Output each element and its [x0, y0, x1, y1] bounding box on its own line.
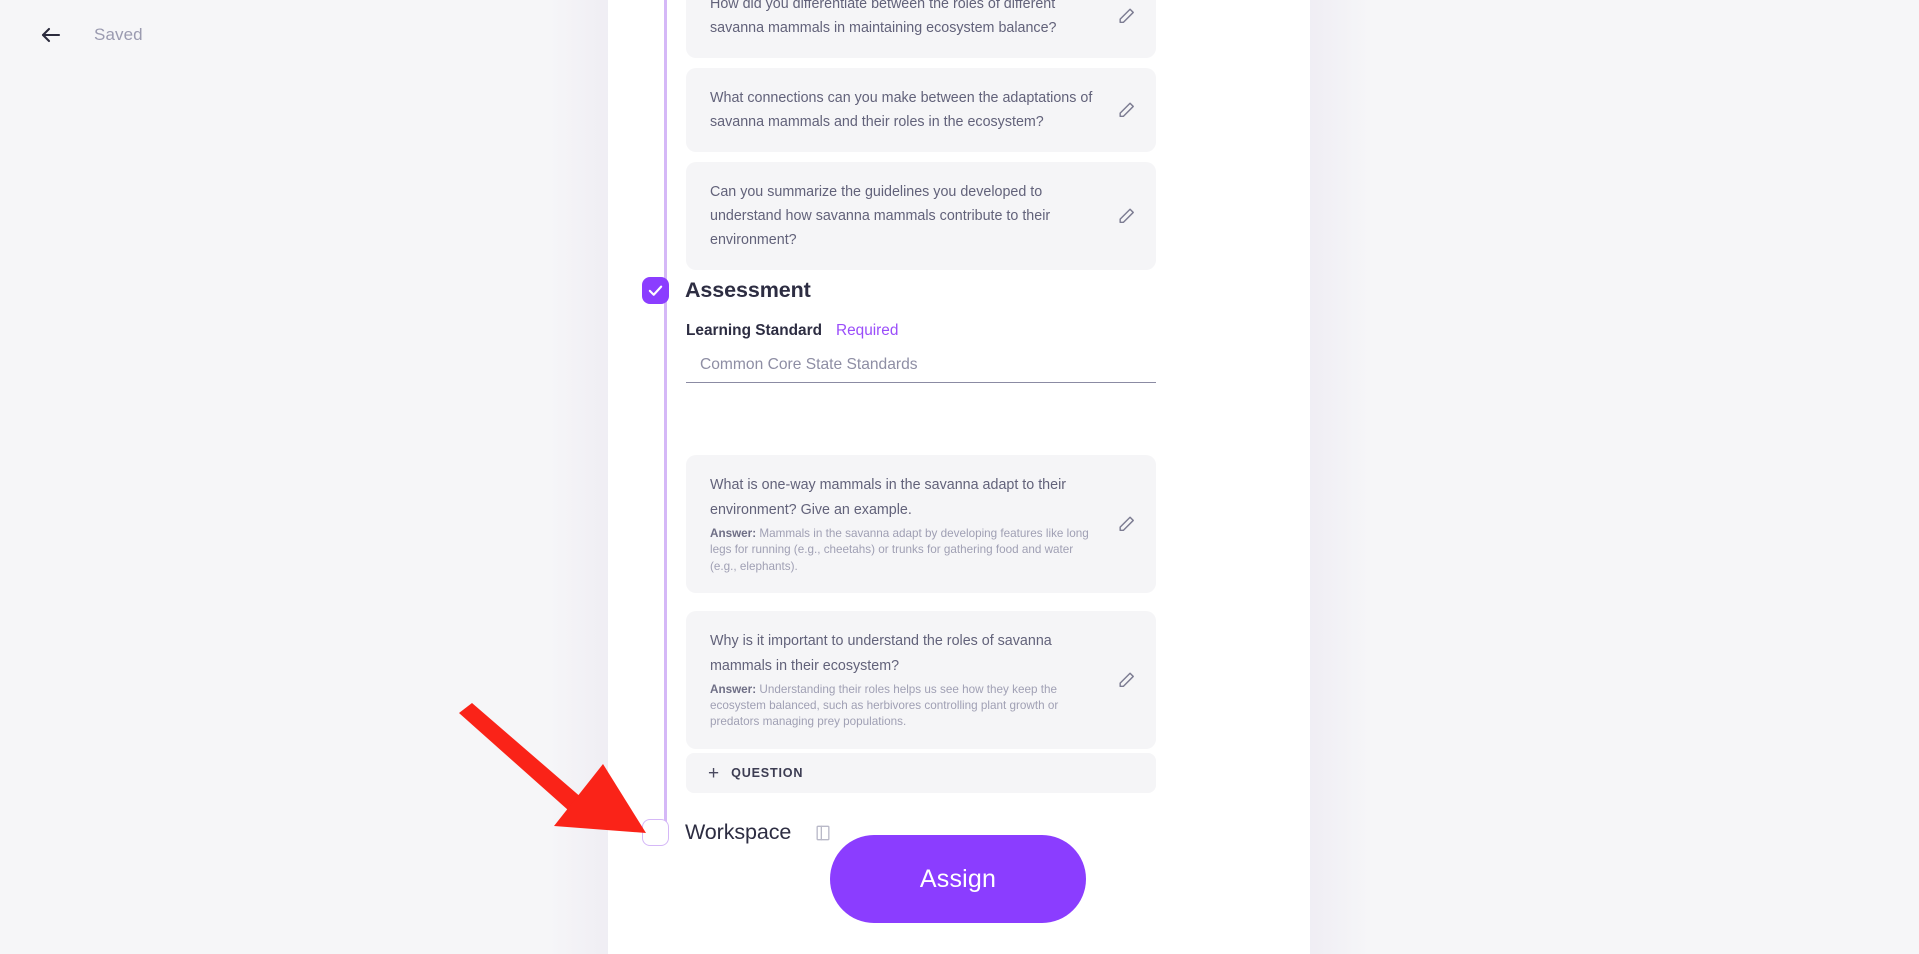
- app-root: Saved How did you differentiate between …: [0, 0, 1919, 954]
- page-backdrop-right: [1310, 0, 1919, 954]
- pencil-icon[interactable]: [1117, 670, 1136, 689]
- pencil-icon[interactable]: [1117, 101, 1136, 120]
- arrow-left-icon[interactable]: [38, 22, 64, 48]
- learning-standard-label: Learning Standard: [686, 322, 822, 339]
- learning-standard-block: Learning Standard Required: [686, 322, 1156, 383]
- discussion-questions-list: How did you differentiate between the ro…: [686, 0, 1156, 280]
- pencil-icon[interactable]: [1117, 514, 1136, 533]
- learning-standard-input[interactable]: [700, 356, 1156, 374]
- page-title: Assessment: [685, 278, 811, 302]
- assessment-section-header: Assessment: [642, 277, 811, 304]
- question-text: What connections can you make between th…: [710, 90, 1093, 130]
- question-text: Can you summarize the guidelines you dev…: [710, 184, 1051, 248]
- assessment-checkbox[interactable]: [642, 277, 669, 304]
- assessment-answer-text: Understanding their roles helps us see h…: [710, 682, 1059, 729]
- top-bar: Saved: [0, 0, 608, 70]
- pencil-icon[interactable]: [1117, 7, 1136, 26]
- assessment-answer-row: Answer: Mammals in the savanna adapt by …: [710, 526, 1098, 575]
- assessment-question-text: What is one-way mammals in the savanna a…: [710, 477, 1067, 518]
- answer-label: Answer:: [710, 682, 757, 696]
- required-badge: Required: [835, 322, 899, 339]
- check-icon: [648, 285, 663, 296]
- section-timeline-line: [664, 0, 667, 825]
- lesson-editor-panel: How did you differentiate between the ro…: [608, 0, 1310, 954]
- plus-icon: +: [708, 762, 720, 784]
- add-question-label: QUESTION: [731, 766, 804, 780]
- assessment-question-card[interactable]: Why is it important to understand the ro…: [686, 610, 1156, 749]
- assessment-question-card[interactable]: What is one-way mammals in the savanna a…: [686, 455, 1156, 593]
- workspace-checkbox[interactable]: [642, 819, 669, 846]
- question-card[interactable]: How did you differentiate between the ro…: [686, 0, 1156, 58]
- answer-label: Answer:: [710, 527, 757, 540]
- assign-button[interactable]: Assign: [830, 835, 1086, 923]
- add-question-button[interactable]: + QUESTION: [686, 753, 1156, 793]
- assessment-question-text: Why is it important to understand the ro…: [710, 632, 1052, 674]
- assessment-answer-text: Mammals in the savanna adapt by developi…: [710, 527, 1089, 573]
- assessment-answer-row: Answer: Understanding their roles helps …: [710, 682, 1098, 731]
- learning-standard-input-wrap[interactable]: [686, 356, 1156, 383]
- learning-standard-labels: Learning Standard Required: [686, 322, 1156, 340]
- question-card[interactable]: What connections can you make between th…: [686, 68, 1156, 152]
- workspace-panel-icon: [813, 823, 833, 843]
- workspace-label: Workspace: [685, 820, 792, 844]
- pencil-icon[interactable]: [1117, 207, 1136, 226]
- assessment-questions-list: What is one-way mammals in the savanna a…: [686, 455, 1156, 767]
- question-card[interactable]: Can you summarize the guidelines you dev…: [686, 162, 1156, 270]
- question-text: How did you differentiate between the ro…: [710, 0, 1057, 36]
- workspace-section-header: Workspace: [642, 819, 833, 846]
- save-status-label: Saved: [94, 25, 143, 44]
- page-backdrop-left: [0, 0, 608, 954]
